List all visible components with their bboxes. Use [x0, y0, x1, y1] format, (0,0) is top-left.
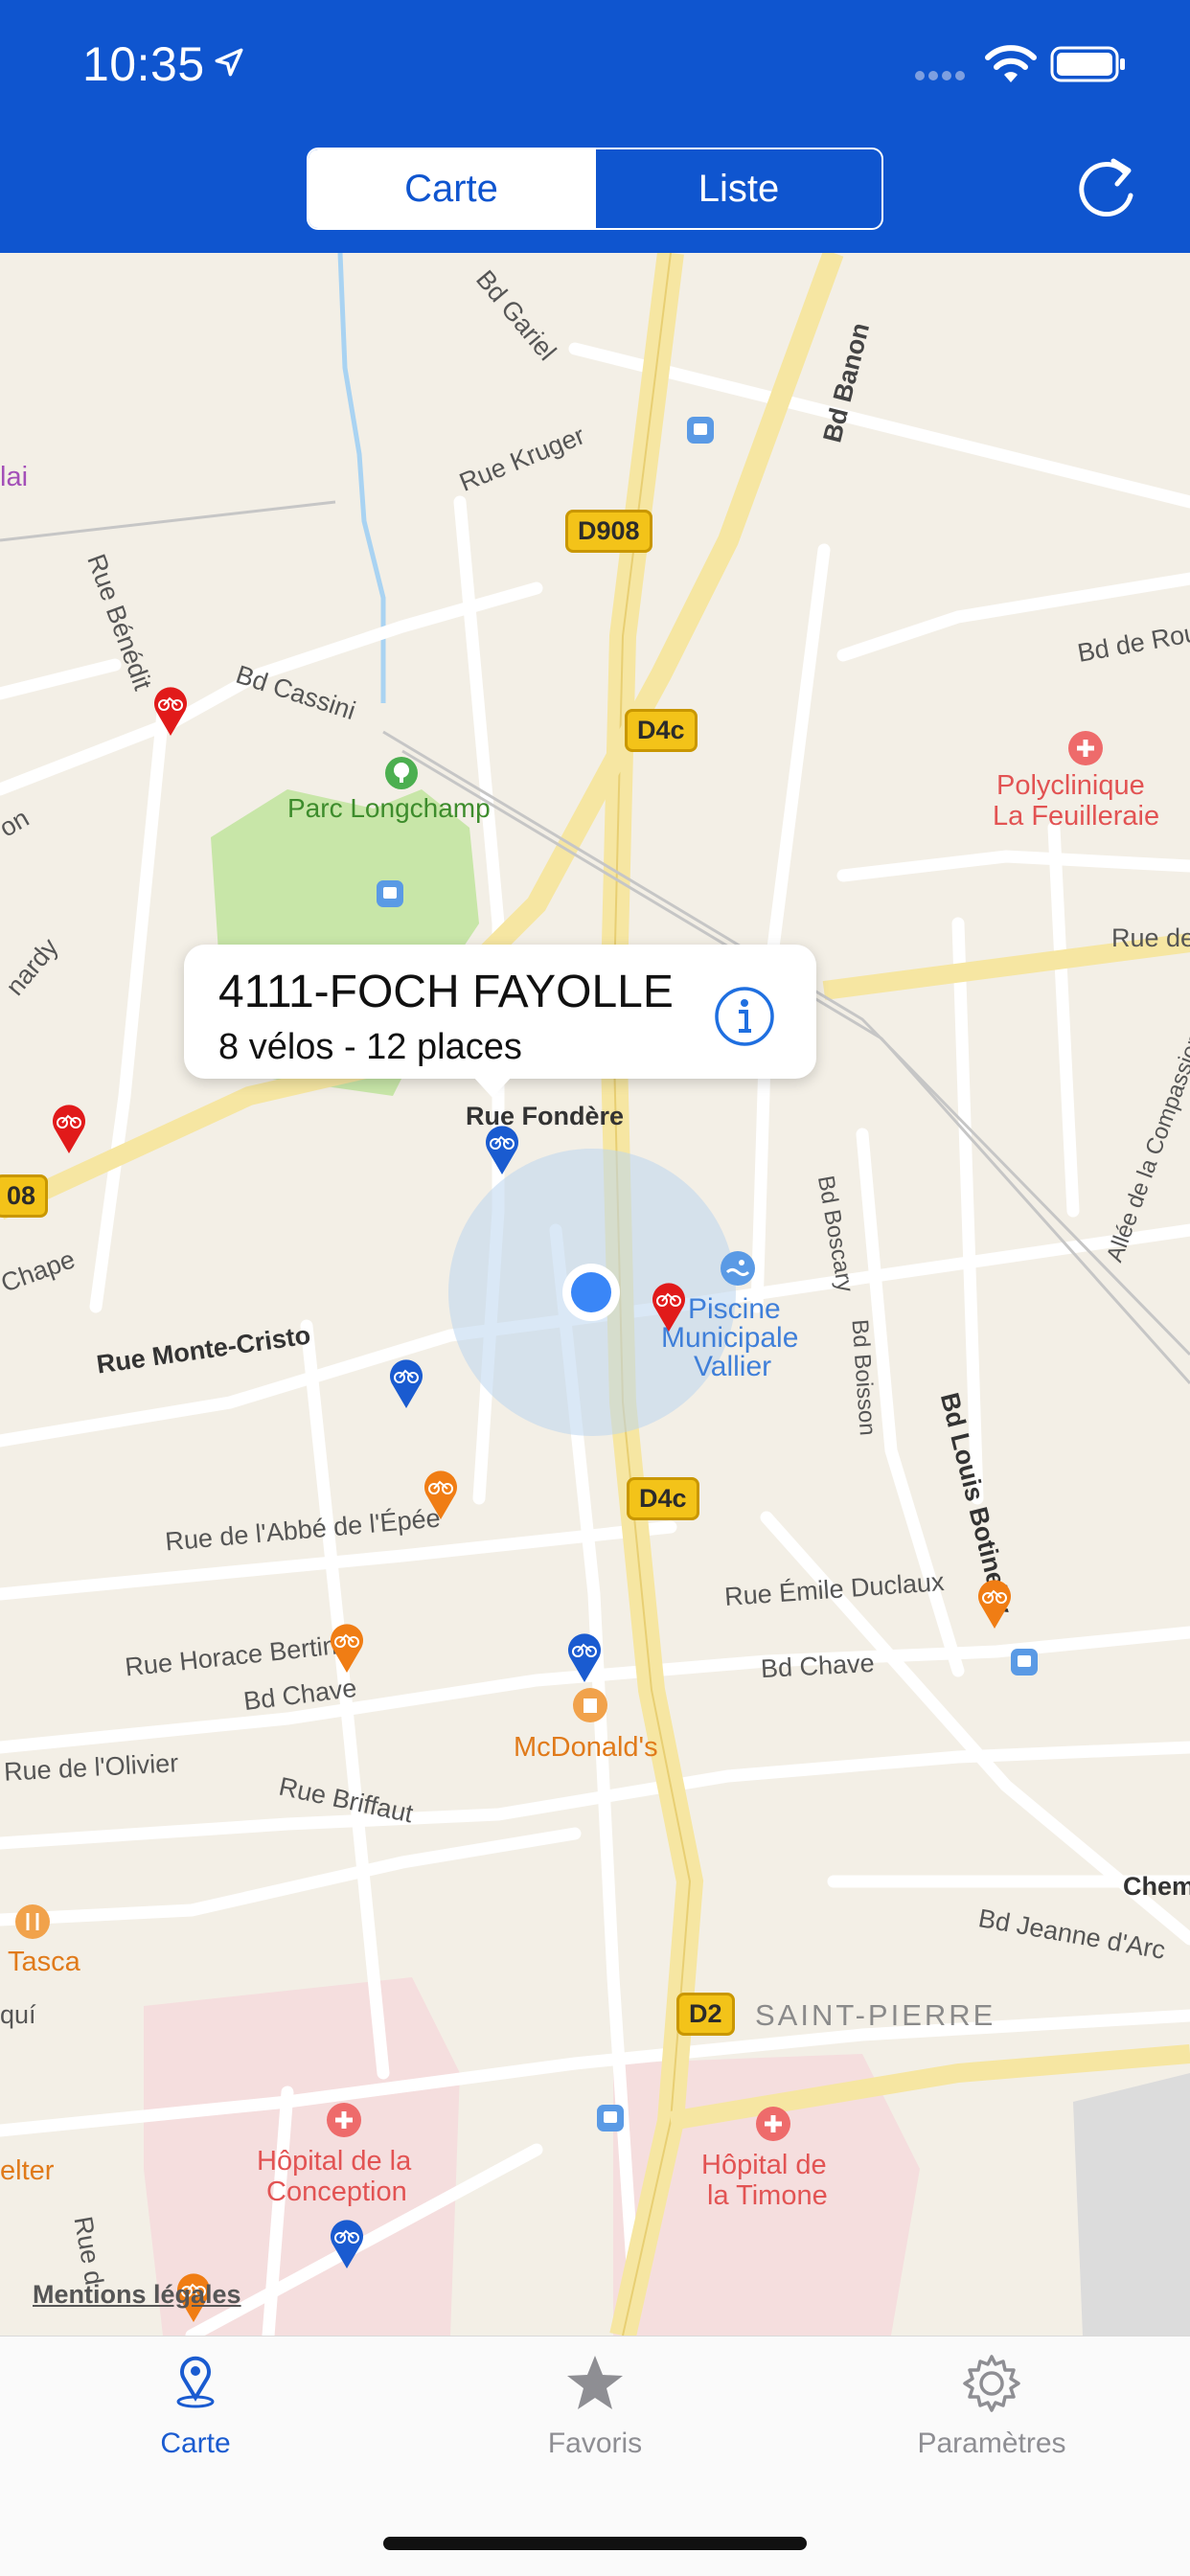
- tab-favoris[interactable]: Favoris: [451, 2352, 739, 2460]
- place-label-clinic: La Feuilleraie: [993, 801, 1160, 832]
- bus-stop-icon: [1011, 1649, 1038, 1676]
- place-label-hospital-conception: Hôpital de la: [257, 2146, 412, 2177]
- place-label-hospital-timone: Hôpital de: [701, 2150, 827, 2180]
- info-icon[interactable]: [713, 985, 776, 1048]
- road-badge-d908: 08: [0, 1174, 49, 1218]
- gear-icon: [963, 2355, 1020, 2412]
- street-label: Chem: [1123, 1872, 1190, 1901]
- place-label-elter: elter: [0, 2155, 55, 2186]
- place-label-hospital-timone: la Timone: [707, 2180, 828, 2211]
- hospital-icon: [327, 2103, 361, 2137]
- bike-station-pin-blue[interactable]: [565, 1632, 604, 1684]
- bus-stop-icon: [377, 880, 403, 907]
- tab-label: Favoris: [547, 2428, 643, 2459]
- bus-stop-icon: [597, 2105, 624, 2131]
- road-badge-d4c: D4c: [627, 1477, 699, 1520]
- refresh-icon[interactable]: [1071, 153, 1142, 224]
- road-badge-d4c: D4c: [625, 709, 698, 752]
- place-label-hospital-conception: Conception: [266, 2177, 407, 2207]
- station-availability: 8 vélos - 12 places: [218, 1027, 522, 1067]
- tab-carte[interactable]: Carte: [52, 2352, 339, 2460]
- place-label-clinic: Polyclinique: [996, 770, 1145, 801]
- view-segmented-control[interactable]: Carte Liste: [307, 148, 883, 230]
- segment-liste[interactable]: Liste: [594, 149, 881, 228]
- home-indicator: [383, 2537, 807, 2550]
- bike-station-pin-blue[interactable]: [328, 2219, 366, 2270]
- station-name: 4111-FOCH FAYOLLE: [218, 967, 674, 1017]
- cellular-signal-icon: [915, 71, 965, 80]
- star-icon: [567, 2356, 623, 2409]
- bike-station-pin-red[interactable]: [650, 1282, 688, 1334]
- map-pin-icon: [176, 2356, 215, 2408]
- segment-carte[interactable]: Carte: [309, 149, 594, 228]
- bike-station-pin-red[interactable]: [50, 1104, 88, 1155]
- place-label-restaurant: McDonald's: [514, 1732, 658, 1763]
- bus-stop-icon: [687, 417, 714, 444]
- fast-food-icon: [573, 1688, 607, 1722]
- tree-icon: [385, 757, 418, 789]
- road-badge-d908: D908: [565, 510, 652, 553]
- place-label-lai: lai: [0, 462, 29, 492]
- location-arrow-icon: [215, 48, 243, 77]
- street-label: quí: [0, 2000, 36, 2029]
- place-label-pool: Vallier: [694, 1351, 772, 1382]
- battery-icon: [1050, 46, 1125, 82]
- map-view[interactable]: Bd Gariel Bd Banon Rue Kruger Rue Bénédi…: [0, 253, 1190, 2336]
- user-location-icon: [562, 1264, 620, 1321]
- place-label-park: Parc Longchamp: [287, 793, 491, 823]
- bike-station-pin-orange[interactable]: [422, 1470, 460, 1521]
- legal-notice-link[interactable]: Mentions légales: [33, 2280, 241, 2310]
- station-callout[interactable]: 4111-FOCH FAYOLLE 8 vélos - 12 places: [184, 945, 816, 1098]
- bike-station-pin-blue[interactable]: [387, 1358, 425, 1410]
- bike-station-pin-red[interactable]: [151, 686, 190, 738]
- bike-station-pin-orange[interactable]: [975, 1579, 1014, 1630]
- bike-station-pin-orange[interactable]: [328, 1623, 366, 1675]
- place-label-pool: Piscine: [688, 1293, 781, 1325]
- street-label: Rue de: [1111, 923, 1190, 952]
- tab-label: Paramètres: [917, 2428, 1066, 2459]
- district-label: SAINT-PIERRE: [755, 1998, 996, 2032]
- place-label-tasca: Tasca: [8, 1947, 80, 1977]
- medical-icon: [1068, 731, 1103, 765]
- status-time: 10:35: [82, 37, 205, 91]
- street-label: Bd Chave: [760, 1648, 876, 1684]
- road-badge-d2: D2: [676, 1993, 735, 2036]
- tab-parametres[interactable]: Paramètres: [848, 2352, 1135, 2460]
- hospital-icon: [756, 2107, 790, 2141]
- restaurant-icon: [15, 1904, 50, 1939]
- wifi-icon: [985, 45, 1037, 82]
- swimming-icon: [721, 1251, 755, 1286]
- tab-label: Carte: [160, 2428, 231, 2459]
- navigation-header: 10:35 Carte Liste: [0, 0, 1190, 253]
- bike-station-pin-blue[interactable]: [483, 1125, 521, 1176]
